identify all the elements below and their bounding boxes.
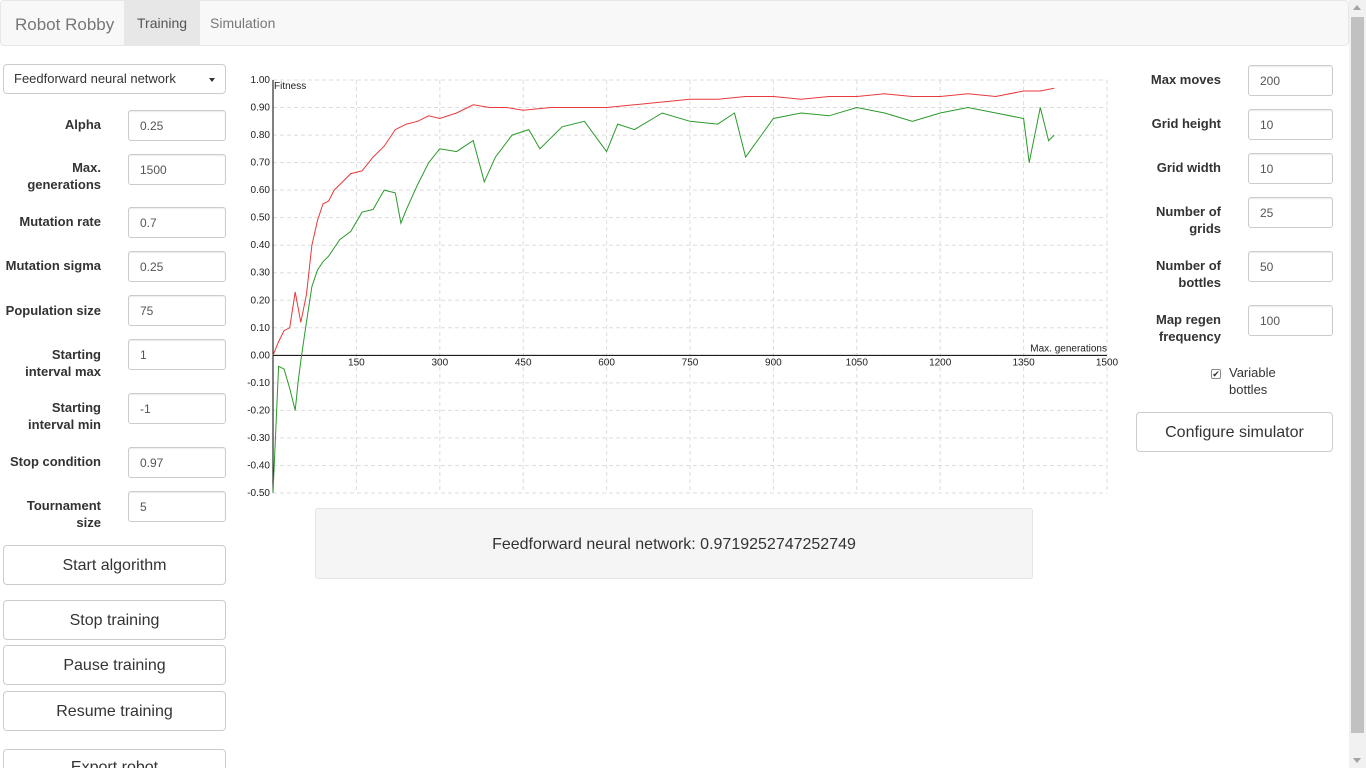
scrollbar-thumb[interactable]: [1351, 17, 1364, 733]
result-box: Feedforward neural network: 0.9719252747…: [315, 508, 1033, 579]
navbar: Robot Robby Training Simulation: [0, 0, 1349, 46]
y-tick-label: 0.20: [251, 295, 271, 306]
starting-interval-max-label: Starting interval max: [25, 347, 101, 379]
y-tick-label: 0.90: [251, 103, 271, 114]
x-tick-label: 1350: [1012, 357, 1035, 368]
y-tick-label: 0.00: [251, 350, 271, 361]
y-tick-label: 0.10: [251, 323, 271, 334]
y-tick-label: -0.10: [247, 378, 270, 389]
starting-interval-max-input[interactable]: 1: [128, 339, 226, 370]
y-axis-title: Fitness: [274, 81, 306, 92]
resume-training-button[interactable]: Resume training: [3, 691, 226, 731]
x-tick-label: 750: [682, 357, 699, 368]
variable-bottles-label-text: Variable bottles: [1229, 365, 1276, 397]
map-regen-frequency-input[interactable]: 100: [1248, 305, 1333, 336]
grid-width-input[interactable]: 10: [1248, 153, 1333, 184]
tab-training[interactable]: Training: [124, 1, 201, 46]
algorithm-select-value: Feedforward neural network: [14, 71, 176, 86]
caret-down-icon: [209, 78, 215, 82]
x-tick-label: 1500: [1096, 357, 1119, 368]
mutation-sigma-input[interactable]: 0.25: [128, 251, 226, 282]
variable-bottles-checkbox[interactable]: ✔: [1211, 369, 1221, 379]
number-of-grids-label: Number of grids: [1156, 204, 1221, 236]
max-generations-label: Max. generations: [27, 160, 101, 192]
x-tick-label: 1050: [846, 357, 869, 368]
stop-training-button[interactable]: Stop training: [3, 600, 226, 640]
tournament-size-input[interactable]: 5: [128, 491, 226, 522]
number-of-bottles-input[interactable]: 50: [1248, 251, 1333, 282]
y-tick-label: 0.40: [251, 240, 271, 251]
series-line-1: [272, 106, 1055, 494]
tab-simulation[interactable]: Simulation: [197, 1, 288, 46]
alpha-label: Alpha: [64, 117, 101, 132]
algorithm-select[interactable]: Feedforward neural network: [3, 64, 226, 94]
y-tick-label: 0.50: [251, 213, 271, 224]
starting-interval-min-label: Starting interval min: [28, 400, 101, 432]
y-tick-label: 1.00: [251, 75, 271, 86]
x-tick-label: 150: [348, 357, 365, 368]
start-algorithm-button[interactable]: Start algorithm: [3, 545, 226, 585]
configure-simulator-button[interactable]: Configure simulator: [1136, 412, 1333, 452]
scroll-down-arrow-icon[interactable]: [1353, 758, 1361, 763]
map-regen-frequency-label: Map regen frequency: [1155, 312, 1221, 344]
stop-condition-input[interactable]: 0.97: [128, 447, 226, 478]
result-text: Feedforward neural network: 0.9719252747…: [492, 536, 856, 553]
x-axis-title: Max. generations: [1030, 343, 1107, 354]
mutation-rate-input[interactable]: 0.7: [128, 207, 226, 238]
scroll-up-arrow-icon[interactable]: [1353, 5, 1361, 10]
starting-interval-min-input[interactable]: -1: [128, 393, 226, 424]
y-tick-label: 0.70: [251, 158, 271, 169]
max-moves-input[interactable]: 200: [1248, 65, 1333, 96]
x-tick-label: 300: [431, 357, 448, 368]
y-tick-label: -0.40: [247, 460, 270, 471]
x-tick-label: 1200: [929, 357, 952, 368]
y-tick-label: -0.30: [247, 433, 270, 444]
variable-bottles-label: Variable bottles: [1229, 364, 1289, 398]
number-of-grids-input[interactable]: 25: [1248, 197, 1333, 228]
y-tick-label: 0.60: [251, 185, 271, 196]
number-of-bottles-label: Number of bottles: [1156, 258, 1221, 290]
vertical-scrollbar[interactable]: [1349, 0, 1366, 768]
pause-training-button[interactable]: Pause training: [3, 645, 226, 685]
y-tick-label: 0.80: [251, 130, 271, 141]
grid-width-label: Grid width: [1156, 160, 1221, 175]
population-size-label: Population size: [5, 303, 101, 318]
y-tick-label: -0.20: [247, 405, 270, 416]
fitness-chart: 1.00 0.90 0.80 0.70 0.60 0.50 0.40 0.30 0.20 0.10…: [247, 75, 1119, 499]
stop-condition-label: Stop condition: [10, 454, 101, 469]
x-tick-label: 600: [598, 357, 615, 368]
x-tick-label: 900: [765, 357, 782, 368]
mutation-sigma-label: Mutation sigma: [5, 258, 101, 273]
series-line-0: [272, 87, 1055, 356]
brand[interactable]: Robot Robby: [15, 15, 114, 35]
mutation-rate-label: Mutation rate: [19, 214, 101, 229]
y-tick-label: 0.30: [251, 268, 271, 279]
population-size-input[interactable]: 75: [128, 295, 226, 326]
x-tick-label: 450: [515, 357, 532, 368]
y-tick-label: -0.50: [247, 488, 270, 499]
tournament-size-label: Tournament size: [26, 498, 101, 530]
export-robot-button[interactable]: Export robot: [3, 749, 226, 768]
max-moves-label: Max moves: [1150, 72, 1221, 87]
max-generations-input[interactable]: 1500: [128, 154, 226, 185]
grid-height-input[interactable]: 10: [1248, 109, 1333, 140]
alpha-input[interactable]: 0.25: [128, 110, 226, 141]
grid-height-label: Grid height: [1151, 116, 1221, 131]
